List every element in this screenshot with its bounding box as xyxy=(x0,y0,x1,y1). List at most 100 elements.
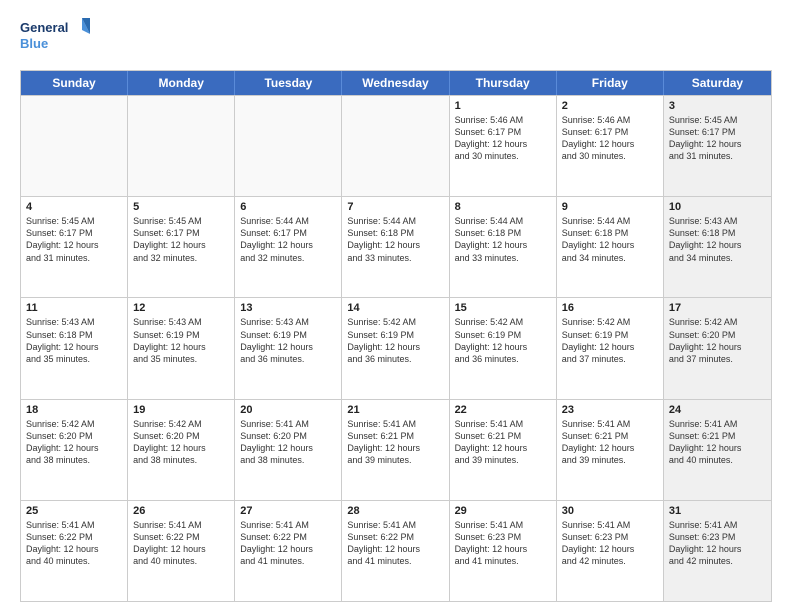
day-number: 14 xyxy=(347,302,443,314)
calendar: SundayMondayTuesdayWednesdayThursdayFrid… xyxy=(20,70,772,602)
calendar-cell: 30 Sunrise: 5:41 AMSunset: 6:23 PMDayligh… xyxy=(557,501,664,601)
cell-info: Sunrise: 5:42 AMSunset: 6:19 PMDaylight:… xyxy=(455,316,551,365)
calendar-cell: 6 Sunrise: 5:44 AMSunset: 6:17 PMDaylight… xyxy=(235,197,342,297)
day-number: 17 xyxy=(669,302,766,314)
calendar-header: SundayMondayTuesdayWednesdayThursdayFrid… xyxy=(21,71,771,95)
cell-info: Sunrise: 5:44 AMSunset: 6:17 PMDaylight:… xyxy=(240,215,336,264)
calendar-cell: 4 Sunrise: 5:45 AMSunset: 6:17 PMDaylight… xyxy=(21,197,128,297)
calendar-cell: 19 Sunrise: 5:42 AMSunset: 6:20 PMDayligh… xyxy=(128,400,235,500)
day-number: 19 xyxy=(133,404,229,416)
calendar-cell: 20Sunrise: 5:41 AMSunset: 6:20 PMDayligh… xyxy=(235,400,342,500)
day-number: 27 xyxy=(240,505,336,517)
calendar-cell: 15 Sunrise: 5:42 AMSunset: 6:19 PMDayligh… xyxy=(450,298,557,398)
day-number: 22 xyxy=(455,404,551,416)
weekday-header: Sunday xyxy=(21,71,128,95)
calendar-cell: 26 Sunrise: 5:41 AMSunset: 6:22 PMDayligh… xyxy=(128,501,235,601)
calendar-cell: 3 Sunrise: 5:45 AMSunset: 6:17 PMDaylight… xyxy=(664,96,771,196)
day-number: 21 xyxy=(347,404,443,416)
day-number: 23 xyxy=(562,404,658,416)
cell-info: Sunrise: 5:41 AMSunset: 6:22 PMDaylight:… xyxy=(26,519,122,568)
calendar-cell xyxy=(342,96,449,196)
cell-info: Sunrise: 5:41 AMSunset: 6:23 PMDaylight:… xyxy=(562,519,658,568)
cell-info: Sunrise: 5:41 AMSunset: 6:22 PMDaylight:… xyxy=(133,519,229,568)
day-number: 2 xyxy=(562,100,658,112)
day-number: 6 xyxy=(240,201,336,213)
day-number: 11 xyxy=(26,302,122,314)
calendar-cell: 13Sunrise: 5:43 AMSunset: 6:19 PMDayligh… xyxy=(235,298,342,398)
day-number: 1 xyxy=(455,100,551,112)
day-number: 7 xyxy=(347,201,443,213)
day-number: 30 xyxy=(562,505,658,517)
calendar-cell: 23 Sunrise: 5:41 AMSunset: 6:21 PMDayligh… xyxy=(557,400,664,500)
day-number: 18 xyxy=(26,404,122,416)
calendar-row: 25 Sunrise: 5:41 AMSunset: 6:22 PMDayligh… xyxy=(21,500,771,601)
svg-text:Blue: Blue xyxy=(20,36,48,51)
calendar-row: 11 Sunrise: 5:43 AMSunset: 6:18 PMDayligh… xyxy=(21,297,771,398)
calendar-cell xyxy=(235,96,342,196)
cell-info: Sunrise: 5:41 AMSunset: 6:21 PMDaylight:… xyxy=(347,418,443,467)
day-number: 3 xyxy=(669,100,766,112)
weekday-header: Thursday xyxy=(450,71,557,95)
day-number: 5 xyxy=(133,201,229,213)
calendar-cell: 2 Sunrise: 5:46 AMSunset: 6:17 PMDaylight… xyxy=(557,96,664,196)
calendar-cell: 11 Sunrise: 5:43 AMSunset: 6:18 PMDayligh… xyxy=(21,298,128,398)
cell-info: Sunrise: 5:45 AMSunset: 6:17 PMDaylight:… xyxy=(26,215,122,264)
cell-info: Sunrise: 5:43 AMSunset: 6:19 PMDaylight:… xyxy=(133,316,229,365)
day-number: 26 xyxy=(133,505,229,517)
page: General Blue SundayMondayTuesdayWednesda… xyxy=(0,0,792,612)
cell-info: Sunrise: 5:42 AMSunset: 6:20 PMDaylight:… xyxy=(669,316,766,365)
weekday-header: Saturday xyxy=(664,71,771,95)
day-number: 8 xyxy=(455,201,551,213)
calendar-cell: 8Sunrise: 5:44 AMSunset: 6:18 PMDaylight… xyxy=(450,197,557,297)
weekday-header: Wednesday xyxy=(342,71,449,95)
cell-info: Sunrise: 5:42 AMSunset: 6:19 PMDaylight:… xyxy=(562,316,658,365)
cell-info: Sunrise: 5:41 AMSunset: 6:22 PMDaylight:… xyxy=(347,519,443,568)
day-number: 12 xyxy=(133,302,229,314)
cell-info: Sunrise: 5:41 AMSunset: 6:21 PMDaylight:… xyxy=(455,418,551,467)
calendar-cell: 29 Sunrise: 5:41 AMSunset: 6:23 PMDayligh… xyxy=(450,501,557,601)
cell-info: Sunrise: 5:41 AMSunset: 6:22 PMDaylight:… xyxy=(240,519,336,568)
weekday-header: Monday xyxy=(128,71,235,95)
day-number: 15 xyxy=(455,302,551,314)
day-number: 4 xyxy=(26,201,122,213)
calendar-row: 1 Sunrise: 5:46 AMSunset: 6:17 PMDaylight… xyxy=(21,95,771,196)
calendar-cell: 12 Sunrise: 5:43 AMSunset: 6:19 PMDayligh… xyxy=(128,298,235,398)
cell-info: Sunrise: 5:41 AMSunset: 6:23 PMDaylight:… xyxy=(455,519,551,568)
weekday-header: Tuesday xyxy=(235,71,342,95)
cell-info: Sunrise: 5:45 AMSunset: 6:17 PMDaylight:… xyxy=(133,215,229,264)
calendar-body: 1 Sunrise: 5:46 AMSunset: 6:17 PMDaylight… xyxy=(21,95,771,601)
cell-info: Sunrise: 5:42 AMSunset: 6:20 PMDaylight:… xyxy=(26,418,122,467)
calendar-cell: 28Sunrise: 5:41 AMSunset: 6:22 PMDayligh… xyxy=(342,501,449,601)
cell-info: Sunrise: 5:43 AMSunset: 6:18 PMDaylight:… xyxy=(26,316,122,365)
day-number: 29 xyxy=(455,505,551,517)
cell-info: Sunrise: 5:46 AMSunset: 6:17 PMDaylight:… xyxy=(455,114,551,163)
svg-text:General: General xyxy=(20,20,68,35)
calendar-cell xyxy=(128,96,235,196)
cell-info: Sunrise: 5:45 AMSunset: 6:17 PMDaylight:… xyxy=(669,114,766,163)
day-number: 9 xyxy=(562,201,658,213)
calendar-cell: 25 Sunrise: 5:41 AMSunset: 6:22 PMDayligh… xyxy=(21,501,128,601)
cell-info: Sunrise: 5:41 AMSunset: 6:23 PMDaylight:… xyxy=(669,519,766,568)
day-number: 31 xyxy=(669,505,766,517)
day-number: 10 xyxy=(669,201,766,213)
calendar-cell: 31 Sunrise: 5:41 AMSunset: 6:23 PMDayligh… xyxy=(664,501,771,601)
calendar-cell: 9Sunrise: 5:44 AMSunset: 6:18 PMDaylight… xyxy=(557,197,664,297)
calendar-cell: 21 Sunrise: 5:41 AMSunset: 6:21 PMDayligh… xyxy=(342,400,449,500)
cell-info: Sunrise: 5:42 AMSunset: 6:20 PMDaylight:… xyxy=(133,418,229,467)
calendar-cell: 5 Sunrise: 5:45 AMSunset: 6:17 PMDaylight… xyxy=(128,197,235,297)
cell-info: Sunrise: 5:46 AMSunset: 6:17 PMDaylight:… xyxy=(562,114,658,163)
calendar-cell: 22 Sunrise: 5:41 AMSunset: 6:21 PMDayligh… xyxy=(450,400,557,500)
calendar-cell: 1 Sunrise: 5:46 AMSunset: 6:17 PMDaylight… xyxy=(450,96,557,196)
day-number: 24 xyxy=(669,404,766,416)
logo: General Blue xyxy=(20,16,90,60)
calendar-cell: 7Sunrise: 5:44 AMSunset: 6:18 PMDaylight… xyxy=(342,197,449,297)
day-number: 25 xyxy=(26,505,122,517)
cell-info: Sunrise: 5:41 AMSunset: 6:21 PMDaylight:… xyxy=(562,418,658,467)
calendar-cell: 18 Sunrise: 5:42 AMSunset: 6:20 PMDayligh… xyxy=(21,400,128,500)
day-number: 13 xyxy=(240,302,336,314)
calendar-row: 18 Sunrise: 5:42 AMSunset: 6:20 PMDayligh… xyxy=(21,399,771,500)
cell-info: Sunrise: 5:43 AMSunset: 6:18 PMDaylight:… xyxy=(669,215,766,264)
day-number: 16 xyxy=(562,302,658,314)
cell-info: Sunrise: 5:41 AMSunset: 6:20 PMDaylight:… xyxy=(240,418,336,467)
logo-svg: General Blue xyxy=(20,16,90,60)
